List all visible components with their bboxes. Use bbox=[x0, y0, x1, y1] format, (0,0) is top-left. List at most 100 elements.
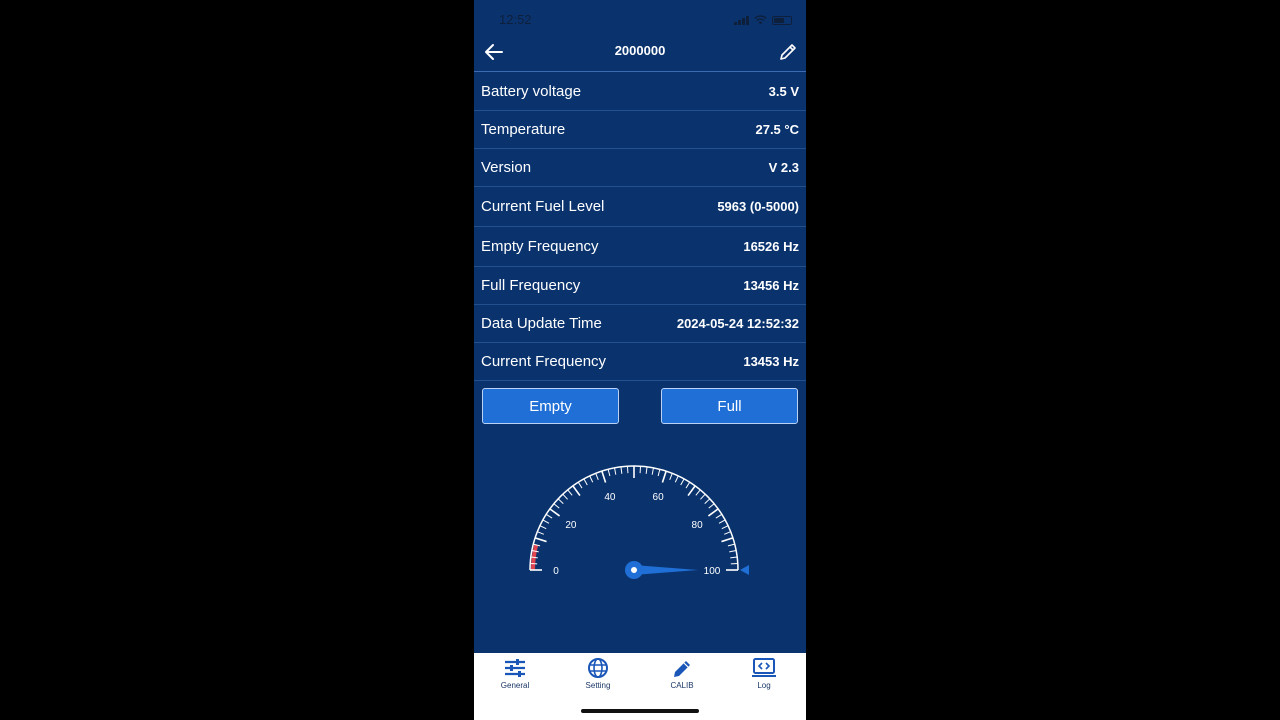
gauge-major-tick bbox=[549, 508, 561, 517]
info-label: Data Update Time bbox=[481, 315, 602, 332]
bottom-tab-bar: General Setting CALIB Log bbox=[474, 653, 806, 720]
info-label: Full Frequency bbox=[481, 277, 581, 294]
gauge-minor-tick bbox=[715, 513, 723, 519]
info-value: 13453 Hz bbox=[743, 354, 799, 369]
info-row-current-fuel-level: Current Fuel Level 5963 (0-5000) bbox=[474, 187, 806, 227]
gauge-minor-tick bbox=[700, 493, 706, 500]
wifi-icon bbox=[754, 15, 767, 25]
sliders-icon bbox=[505, 659, 525, 677]
gauge-label: 20 bbox=[565, 520, 577, 531]
gauge-minor-tick bbox=[674, 475, 679, 483]
fuel-gauge: 0 20 40 60 80 100 bbox=[529, 465, 749, 579]
tab-setting[interactable]: Setting bbox=[568, 658, 628, 690]
gauge-minor-tick bbox=[557, 498, 564, 504]
info-row-battery-voltage: Battery voltage 3.5 V bbox=[474, 73, 806, 111]
gauge-minor-tick bbox=[614, 467, 617, 475]
gauge-major-tick bbox=[707, 508, 719, 517]
tab-label: Log bbox=[757, 681, 771, 690]
status-icons bbox=[734, 14, 792, 26]
gauge-minor-tick bbox=[567, 489, 573, 496]
gauge-label: 60 bbox=[653, 492, 665, 503]
gauge-minor-tick bbox=[553, 503, 560, 509]
info-label: Battery voltage bbox=[481, 83, 582, 100]
info-row-data-update-time: Data Update Time 2024-05-24 12:52:32 bbox=[474, 305, 806, 343]
gauge-minor-tick bbox=[620, 466, 623, 474]
tab-label: CALIB bbox=[670, 681, 694, 690]
info-label: Current Frequency bbox=[481, 353, 607, 370]
edit-button[interactable] bbox=[774, 38, 802, 66]
gauge-major-tick bbox=[661, 470, 667, 483]
tab-calib[interactable]: CALIB bbox=[652, 658, 712, 690]
info-label: Current Fuel Level bbox=[481, 198, 605, 215]
battery-icon bbox=[772, 15, 792, 25]
gauge-minor-tick bbox=[583, 478, 588, 486]
globe-icon bbox=[588, 658, 608, 678]
gauge-ticks bbox=[529, 465, 739, 571]
gauge-major-tick bbox=[721, 537, 734, 543]
info-value: 27.5 °C bbox=[755, 122, 799, 137]
status-time: 12:52 bbox=[499, 12, 532, 27]
gauge-value-marker bbox=[740, 565, 749, 575]
empty-button[interactable]: Empty bbox=[482, 388, 619, 424]
gauge-minor-tick bbox=[577, 481, 583, 489]
gauge-minor-tick bbox=[729, 550, 737, 553]
info-value: 2024-05-24 12:52:32 bbox=[676, 316, 799, 331]
tab-label: Setting bbox=[585, 681, 611, 690]
info-list: Battery voltage 3.5 V Temperature 27.5 °… bbox=[474, 73, 806, 381]
gauge-minor-tick bbox=[680, 478, 685, 486]
gauge-major-tick bbox=[601, 470, 607, 483]
gauge-major-tick bbox=[534, 537, 547, 543]
info-row-full-frequency: Full Frequency 13456 Hz bbox=[474, 267, 806, 305]
gauge-minor-tick bbox=[562, 493, 568, 500]
info-value: 16526 Hz bbox=[743, 239, 799, 254]
gauge-minor-tick bbox=[645, 466, 648, 474]
info-value: V 2.3 bbox=[768, 160, 799, 175]
gauge-major-tick bbox=[572, 485, 581, 497]
info-label: Empty Frequency bbox=[481, 238, 599, 255]
gauge-minor-tick bbox=[724, 531, 731, 535]
info-label: Temperature bbox=[481, 121, 566, 138]
gauge-minor-tick bbox=[718, 519, 726, 524]
gauge-hub-dot bbox=[631, 567, 637, 573]
gauge-minor-tick bbox=[695, 489, 701, 496]
info-value: 13456 Hz bbox=[743, 278, 799, 293]
tab-log[interactable]: Log bbox=[734, 658, 794, 690]
gauge-minor-tick bbox=[669, 473, 673, 480]
status-bar: 12:52 bbox=[474, 0, 806, 38]
gauge-label: 100 bbox=[704, 566, 721, 577]
gauge-label: 0 bbox=[553, 566, 559, 577]
info-row-current-frequency: Current Frequency 13453 Hz bbox=[474, 343, 806, 381]
page-title: 2000000 bbox=[614, 43, 666, 58]
info-label: Version bbox=[481, 159, 532, 176]
tab-general[interactable]: General bbox=[485, 658, 545, 690]
info-row-empty-frequency: Empty Frequency 16526 Hz bbox=[474, 227, 806, 267]
gauge-minor-tick bbox=[537, 531, 544, 535]
phone-screen: 12:52 2000000 Battery voltage 3.5 V Temp… bbox=[474, 0, 806, 720]
gauge-minor-tick bbox=[727, 543, 735, 547]
info-value: 5963 (0-5000) bbox=[717, 199, 799, 214]
gauge-minor-tick bbox=[704, 498, 711, 504]
info-row-version: Version V 2.3 bbox=[474, 149, 806, 187]
header-bar: 2000000 bbox=[474, 34, 806, 72]
info-row-temperature: Temperature 27.5 °C bbox=[474, 111, 806, 149]
signal-icon bbox=[734, 15, 749, 25]
gauge-needle-pointer bbox=[634, 565, 698, 575]
gauge-minor-tick bbox=[657, 469, 661, 477]
info-value: 3.5 V bbox=[768, 84, 799, 99]
gauge-minor-tick bbox=[685, 481, 691, 489]
gauge-minor-tick bbox=[607, 469, 611, 477]
gauge-minor-tick bbox=[730, 556, 738, 559]
gauge-minor-tick bbox=[651, 467, 654, 475]
tab-label: General bbox=[500, 681, 530, 690]
gauge-label: 40 bbox=[604, 492, 616, 503]
code-monitor-icon bbox=[752, 658, 776, 677]
gauge-minor-tick bbox=[708, 503, 715, 509]
gauge-minor-tick bbox=[539, 525, 547, 530]
pencil-icon bbox=[780, 44, 796, 60]
gauge-minor-tick bbox=[545, 513, 553, 519]
gauge-label: 80 bbox=[692, 520, 704, 531]
full-button[interactable]: Full bbox=[661, 388, 798, 424]
home-indicator bbox=[581, 709, 699, 713]
gauge-arc bbox=[529, 465, 739, 571]
gauge-minor-tick bbox=[721, 525, 729, 530]
